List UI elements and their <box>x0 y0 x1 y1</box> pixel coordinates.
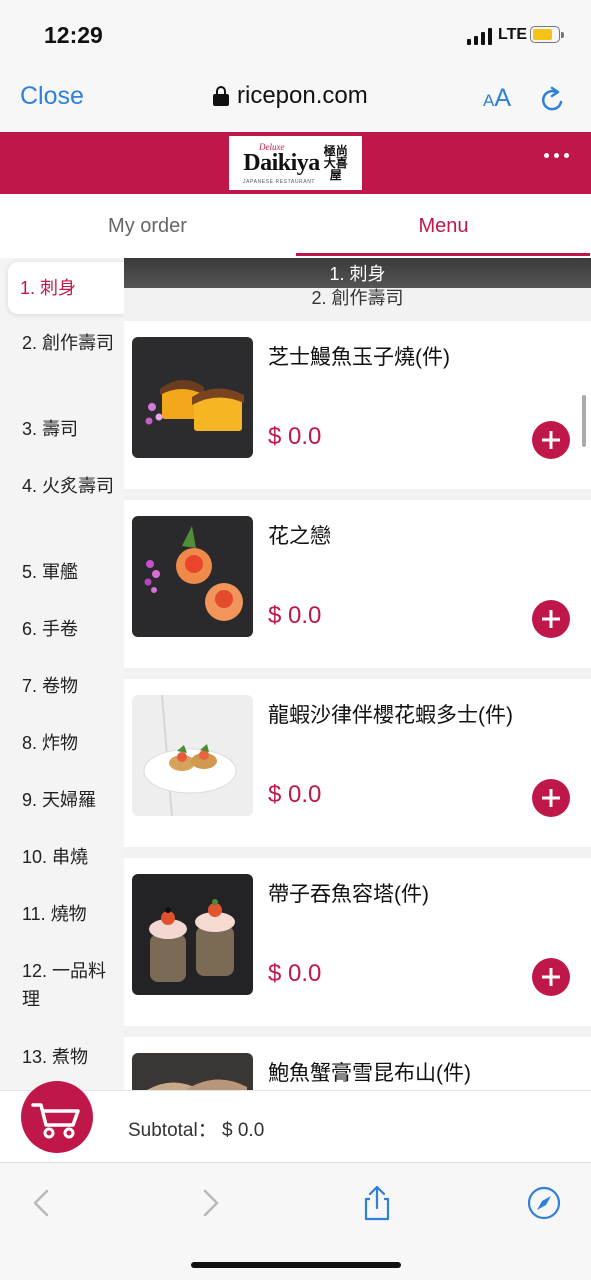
item-name: 鮑魚蟹膏雪昆布山(件) <box>268 1062 471 1085</box>
status-bar: 12:29 LTE <box>0 0 591 66</box>
sidebar-item-grilled[interactable]: 11. 燒物 <box>0 900 124 928</box>
close-button[interactable]: Close <box>20 82 84 111</box>
sidebar-item-simmered[interactable]: 13. 煮物 <box>0 1043 124 1071</box>
sidebar-item-gunkan[interactable]: 5. 軍艦 <box>0 558 124 586</box>
item-name: 芝士鰻魚玉子燒(件) <box>268 346 450 369</box>
item-name: 花之戀 <box>268 525 331 548</box>
sidebar-item-creative-sushi[interactable]: 2. 創作壽司 <box>0 329 124 357</box>
tab-menu[interactable]: Menu <box>296 194 591 258</box>
more-icon[interactable] <box>544 153 569 158</box>
status-time: 12:29 <box>44 22 103 48</box>
app-header: Deluxe Daikiya 極尚大喜屋 JAPANESE RESTAURANT <box>0 132 591 194</box>
signal-icon <box>467 28 493 45</box>
subtotal-value: $ 0.0 <box>222 1120 265 1141</box>
logo-text: Daikiya <box>243 149 320 176</box>
battery-icon <box>530 26 564 43</box>
sidebar-item-handroll[interactable]: 6. 手卷 <box>0 615 124 643</box>
sidebar-item-fried[interactable]: 8. 炸物 <box>0 729 124 757</box>
url-field[interactable]: ricepon.com <box>213 82 368 110</box>
share-icon[interactable] <box>357 1183 397 1223</box>
food-image <box>132 695 253 816</box>
text-size-big: A <box>494 84 512 112</box>
sidebar-item-sashimi[interactable]: 1. 刺身 <box>8 262 124 314</box>
scrollbar[interactable] <box>582 395 586 447</box>
sidebar-item-skewers[interactable]: 10. 串燒 <box>0 843 124 871</box>
restaurant-logo: Deluxe Daikiya 極尚大喜屋 JAPANESE RESTAURANT <box>229 136 362 190</box>
food-image <box>132 874 253 995</box>
food-image <box>132 1053 253 1090</box>
cart-button[interactable] <box>21 1081 93 1153</box>
item-price: $ 0.0 <box>268 781 322 808</box>
home-indicator <box>191 1262 401 1268</box>
reload-icon[interactable] <box>539 86 567 114</box>
text-size-button[interactable]: AA <box>483 84 511 113</box>
menu-item-card[interactable]: 芝士鰻魚玉子燒(件) $ 0.0 <box>124 321 591 489</box>
add-item-button[interactable] <box>532 958 570 996</box>
item-name: 帶子吞魚容塔(件) <box>268 883 429 906</box>
item-price: $ 0.0 <box>268 423 322 450</box>
food-image <box>132 337 253 458</box>
add-item-button[interactable] <box>532 600 570 638</box>
menu-item-card[interactable]: 花之戀 $ 0.0 <box>124 500 591 668</box>
network-label: LTE <box>498 26 528 43</box>
add-item-button[interactable] <box>532 421 570 459</box>
subtotal: Subtotal： $ 0.0 <box>128 1115 264 1142</box>
sidebar-item-tempura[interactable]: 9. 天婦羅 <box>0 786 124 814</box>
logo-cjk: 極尚大喜屋 <box>323 144 348 182</box>
active-tab-indicator <box>296 253 590 256</box>
menu-item-card[interactable]: 鮑魚蟹膏雪昆布山(件) <box>124 1037 591 1090</box>
lock-icon <box>213 86 229 106</box>
logo-subtitle: JAPANESE RESTAURANT <box>243 179 316 185</box>
sidebar-item-sushi[interactable]: 3. 壽司 <box>0 415 124 443</box>
compass-icon[interactable] <box>524 1183 564 1223</box>
category-sidebar: 1. 刺身 2. 創作壽司 3. 壽司 4. 火炙壽司 5. 軍艦 6. 手卷 … <box>0 258 124 1090</box>
sidebar-item-a-la-carte[interactable]: 12. 一品料理 <box>0 957 124 1013</box>
browser-url-bar: Close ricepon.com AA <box>0 66 591 132</box>
chevron-left-icon[interactable] <box>22 1183 62 1223</box>
add-item-button[interactable] <box>532 779 570 817</box>
logo-deluxe: Deluxe <box>259 142 285 152</box>
subtotal-label: Subtotal： <box>128 1120 217 1141</box>
tab-my-order[interactable]: My order <box>0 194 295 258</box>
menu-item-card[interactable]: 帶子吞魚容塔(件) $ 0.0 <box>124 858 591 1026</box>
food-image <box>132 516 253 637</box>
menu-item-card[interactable]: 龍蝦沙律伴櫻花蝦多士(件) $ 0.0 <box>124 679 591 847</box>
menu-list: 2. 創作壽司 1. 刺身 芝士鰻魚玉子燒(件) $ 0.0 花之戀 $ 0.0 <box>124 258 591 1090</box>
cart-icon <box>31 1103 80 1139</box>
url-text: ricepon.com <box>237 82 368 109</box>
sidebar-item-maki[interactable]: 7. 卷物 <box>0 672 124 700</box>
text-size-small: A <box>483 91 495 110</box>
category-header-current: 1. 刺身 <box>124 258 591 288</box>
tab-bar: My order Menu <box>0 194 591 258</box>
item-price: $ 0.0 <box>268 602 322 629</box>
item-name: 龍蝦沙律伴櫻花蝦多士(件) <box>268 704 513 727</box>
chevron-right-icon[interactable] <box>190 1183 230 1223</box>
item-price: $ 0.0 <box>268 960 322 987</box>
sidebar-item-aburi-sushi[interactable]: 4. 火炙壽司 <box>0 472 124 500</box>
